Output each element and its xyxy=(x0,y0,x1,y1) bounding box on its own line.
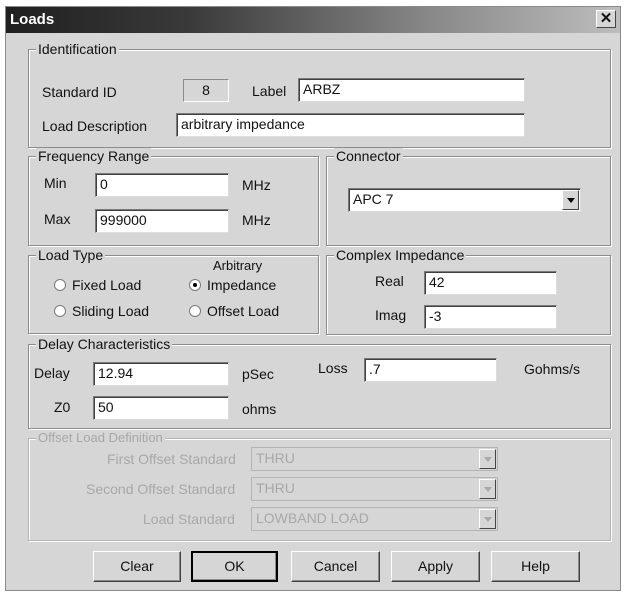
load-type-group: Load Type xyxy=(28,247,319,334)
loads-dialog: Loads ✕ Identification Standard ID 8 Lab… xyxy=(5,6,621,591)
first-offset-standard-dropdown: THRU xyxy=(251,447,498,471)
offset-load-radio[interactable] xyxy=(189,305,201,317)
min-unit-label: MHz xyxy=(242,177,271,193)
connector-legend: Connector xyxy=(334,148,403,164)
max-frequency-input[interactable]: 999000 xyxy=(95,209,229,233)
z0-unit-label: ohms xyxy=(242,401,277,417)
arbitrary-impedance-radio[interactable] xyxy=(189,279,201,291)
chevron-down-icon xyxy=(479,509,496,529)
offset-load-definition-legend: Offset Load Definition xyxy=(36,430,165,446)
fixed-load-radio[interactable] xyxy=(54,279,66,291)
delay-unit-label: pSec xyxy=(242,366,274,382)
sliding-load-radio[interactable] xyxy=(54,305,66,317)
identification-legend: Identification xyxy=(36,41,119,57)
min-frequency-input[interactable]: 0 xyxy=(95,173,229,197)
z0-input[interactable]: 50 xyxy=(93,396,229,420)
first-offset-standard-label: First Offset Standard xyxy=(107,451,236,467)
apply-button[interactable]: Apply xyxy=(391,551,480,582)
chevron-down-icon[interactable] xyxy=(562,190,579,210)
second-offset-standard-dropdown: THRU xyxy=(251,477,498,501)
delay-label: Delay xyxy=(34,365,70,381)
loss-unit-label: Gohms/s xyxy=(524,361,581,377)
window-title: Loads xyxy=(10,11,55,28)
max-label: Max xyxy=(44,211,71,227)
loss-input[interactable]: .7 xyxy=(364,358,497,382)
standard-id-value: 8 xyxy=(183,79,229,102)
fixed-load-label[interactable]: Fixed Load xyxy=(72,277,141,294)
imag-input[interactable]: -3 xyxy=(424,305,557,329)
imag-label: Imag xyxy=(375,307,407,323)
second-offset-standard-label: Second Offset Standard xyxy=(86,481,236,497)
arbitrary-impedance-label-line2[interactable]: Impedance xyxy=(207,277,276,294)
delay-characteristics-legend: Delay Characteristics xyxy=(36,336,173,352)
complex-impedance-legend: Complex Impedance xyxy=(334,247,467,263)
min-label: Min xyxy=(44,175,67,191)
standard-id-label: Standard ID xyxy=(42,84,117,100)
label-input[interactable]: ARBZ xyxy=(298,78,525,102)
label-label: Label xyxy=(252,83,287,99)
max-unit-label: MHz xyxy=(242,212,271,228)
chevron-down-icon xyxy=(479,479,496,499)
offset-load-label[interactable]: Offset Load xyxy=(207,303,279,320)
loss-label: Loss xyxy=(318,360,348,376)
z0-label: Z0 xyxy=(54,399,71,415)
connector-dropdown[interactable]: APC 7 xyxy=(348,188,581,212)
load-standard-dropdown: LOWBAND LOAD xyxy=(251,507,498,531)
load-standard-label: Load Standard xyxy=(143,511,235,527)
help-button[interactable]: Help xyxy=(491,551,580,582)
load-description-input[interactable]: arbitrary impedance xyxy=(176,113,525,137)
close-icon[interactable]: ✕ xyxy=(596,10,616,28)
ok-button[interactable]: OK xyxy=(191,551,278,582)
title-bar[interactable]: Loads ✕ xyxy=(6,7,620,33)
frequency-range-legend: Frequency Range xyxy=(36,148,152,164)
sliding-load-label[interactable]: Sliding Load xyxy=(72,303,149,320)
first-offset-standard-value: THRU xyxy=(256,450,295,466)
clear-button[interactable]: Clear xyxy=(93,551,181,582)
cancel-button[interactable]: Cancel xyxy=(291,551,380,582)
real-label: Real xyxy=(375,273,404,289)
delay-input[interactable]: 12.94 xyxy=(93,362,229,386)
connector-selected-value: APC 7 xyxy=(353,191,394,207)
load-standard-value: LOWBAND LOAD xyxy=(256,510,369,526)
second-offset-standard-value: THRU xyxy=(256,480,295,496)
real-input[interactable]: 42 xyxy=(424,271,557,295)
chevron-down-icon xyxy=(479,449,496,469)
arbitrary-impedance-label-line1: Arbitrary xyxy=(213,258,263,273)
load-description-label: Load Description xyxy=(42,118,148,134)
load-type-legend: Load Type xyxy=(36,247,106,263)
